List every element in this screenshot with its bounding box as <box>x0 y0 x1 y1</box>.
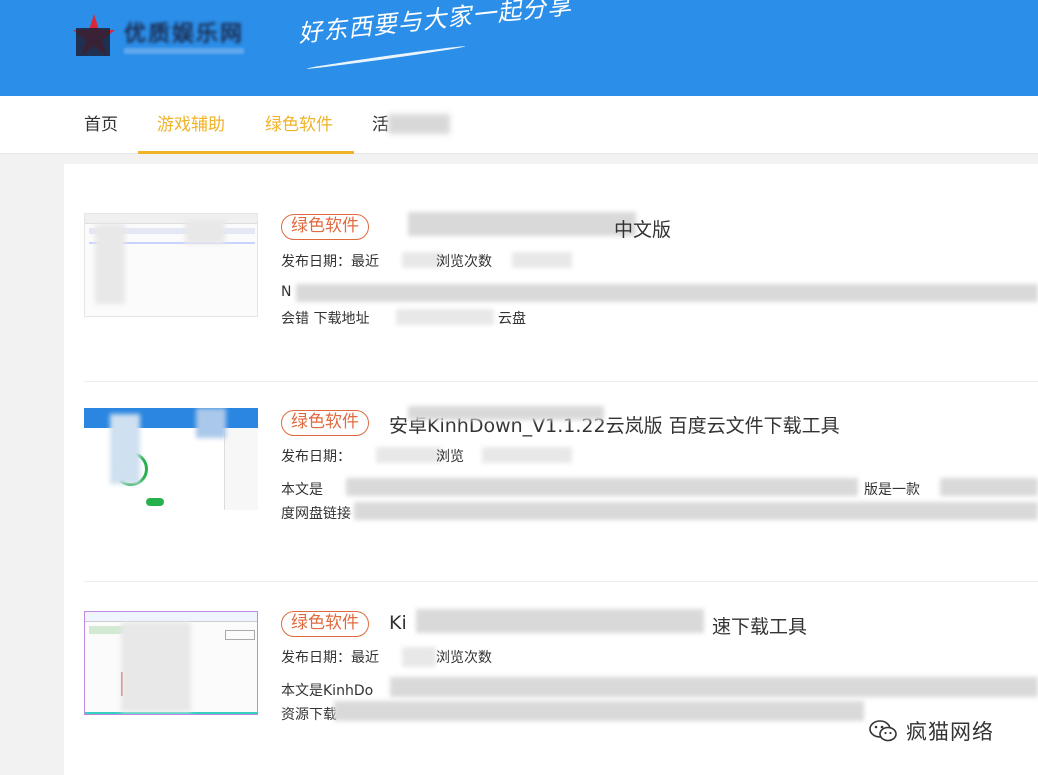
site-logo[interactable]: 优质娱乐网 <box>72 12 252 62</box>
post-excerpt-line2b: 云盘 <box>498 311 526 327</box>
post-views-label: 浏览次数 <box>436 254 492 270</box>
post-title-end[interactable]: 速下载工具 <box>712 612 807 639</box>
watermark-text: 疯猫网络 <box>906 720 994 744</box>
site-name-sub <box>124 48 244 54</box>
thumb-blur <box>185 220 225 244</box>
post-excerpt: N <box>281 284 292 300</box>
main-nav: 首页 游戏辅助 绿色软件 活 <box>0 96 1038 154</box>
views-blur <box>482 447 572 463</box>
excerpt-blur <box>396 309 494 325</box>
post-category-tag[interactable]: 绿色软件 <box>281 611 369 637</box>
nav-item-activity[interactable]: 活 <box>372 96 389 154</box>
post-title[interactable]: 中文版 <box>614 215 671 242</box>
post-title[interactable]: Ki <box>389 612 407 634</box>
post-excerpt-line2: 会错 下载地址 <box>281 311 370 327</box>
site-header: 优质娱乐网 好东西要与大家一起分享 <box>0 0 1038 96</box>
post-excerpt: 本文是KinhDo <box>281 683 374 699</box>
excerpt-blur <box>354 502 1038 520</box>
excerpt-blur <box>390 677 1038 697</box>
excerpt-blur <box>334 701 864 721</box>
nav-item-game-assist[interactable]: 游戏辅助 <box>157 96 225 154</box>
post-views-label: 浏览 <box>436 449 464 465</box>
nav-item-green-software[interactable]: 绿色软件 <box>265 96 333 154</box>
post-excerpt-line2: 资源下载 <box>281 707 337 723</box>
site-slogan: 好东西要与大家一起分享 <box>296 0 574 48</box>
excerpt-blur <box>940 478 1038 496</box>
nav-item-home[interactable]: 首页 <box>84 96 118 154</box>
post-item: 绿色软件 中文版 发布日期：最近 浏览次数 N 会错 下载地址 云盘 <box>84 164 1038 364</box>
title-blur <box>408 406 604 420</box>
views-blur <box>512 252 572 268</box>
thumb-blur <box>196 408 226 438</box>
star-logo-icon <box>73 14 115 56</box>
date-blur <box>402 647 436 667</box>
post-item: 绿色软件 安卓KinhDown_V1.1.22云岚版 百度云文件下载工具 发布日… <box>84 360 1038 560</box>
nav-active-underline <box>138 151 354 154</box>
thumb-blur <box>110 414 140 484</box>
post-views-label: 浏览次数 <box>436 650 492 666</box>
slogan-underline <box>306 44 466 71</box>
post-date-label: 发布日期：最近 <box>281 254 379 270</box>
wechat-icon <box>869 720 897 742</box>
thumb-green-button <box>146 498 164 506</box>
post-category-tag[interactable]: 绿色软件 <box>281 214 369 240</box>
title-blur <box>416 609 704 633</box>
nav-item-blurred <box>388 114 450 134</box>
post-list: 绿色软件 中文版 发布日期：最近 浏览次数 N 会错 下载地址 云盘 绿色软件 … <box>64 164 1038 775</box>
post-excerpt-line2: 度网盘链接 <box>281 506 351 522</box>
post-date-label: 发布日期：最近 <box>281 650 379 666</box>
thumb-border-line <box>85 712 257 714</box>
thumb-input <box>225 630 255 640</box>
excerpt-blur <box>296 284 1038 302</box>
post-excerpt-b: 版是一款 <box>864 482 920 498</box>
post-category-tag[interactable]: 绿色软件 <box>281 410 369 436</box>
date-blur <box>376 447 442 463</box>
thumb-window-bar <box>85 214 257 224</box>
post-thumbnail[interactable] <box>84 408 258 512</box>
post-excerpt: 本文是 <box>281 482 323 498</box>
thumb-window-bar <box>85 612 257 622</box>
post-thumbnail[interactable] <box>84 213 258 317</box>
post-date-label: 发布日期： <box>281 449 351 465</box>
thumb-menu <box>224 428 258 510</box>
excerpt-blur <box>346 478 858 496</box>
title-blur <box>408 212 636 236</box>
thumb-blur <box>121 622 191 712</box>
site-name: 优质娱乐网 <box>124 22 245 47</box>
wechat-watermark: 疯猫网络 <box>868 714 994 748</box>
post-thumbnail[interactable] <box>84 611 258 715</box>
thumb-blur <box>95 224 125 304</box>
